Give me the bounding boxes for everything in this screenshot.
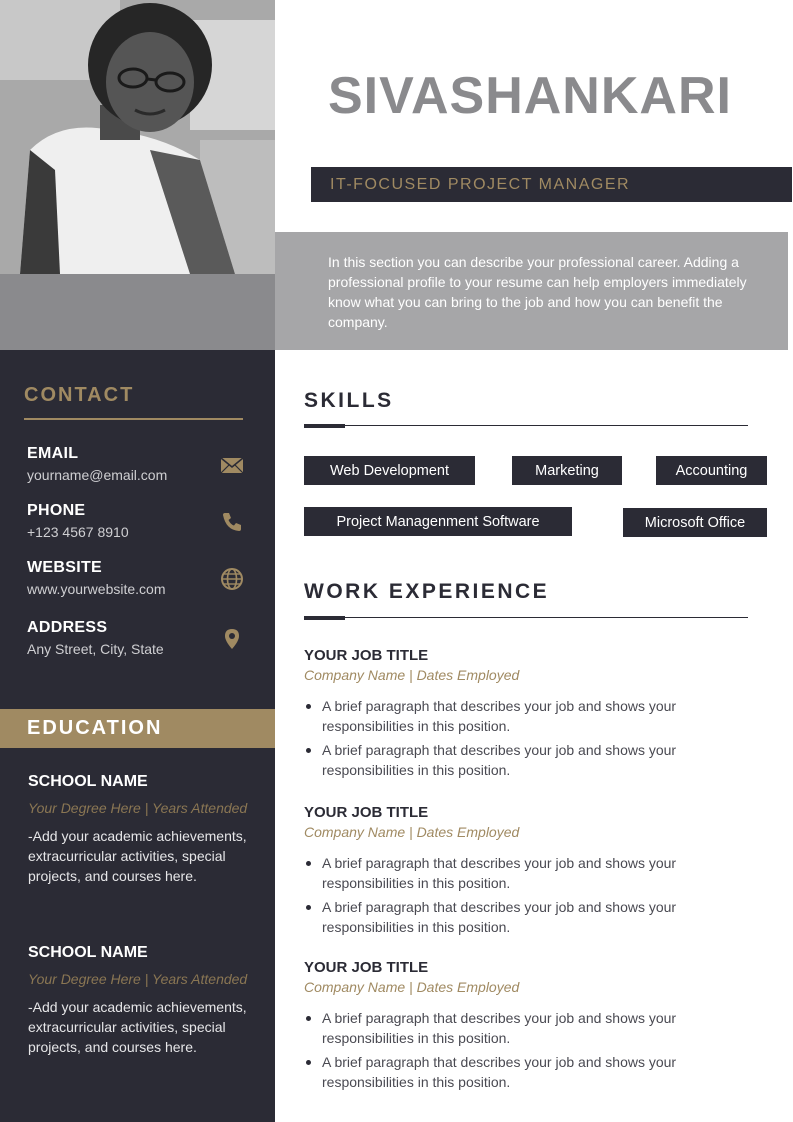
- job-bullet: A brief paragraph that describes your jo…: [304, 1008, 754, 1048]
- job-bullet: A brief paragraph that describes your jo…: [304, 897, 754, 937]
- skill-tag: Marketing: [512, 456, 622, 485]
- job-entry: YOUR JOB TITLE Company Name | Dates Empl…: [304, 959, 754, 1096]
- phone-icon: [223, 513, 241, 531]
- skill-tag: Project Managenment Software: [304, 507, 572, 536]
- location-pin-icon: [225, 629, 239, 649]
- job-bullet: A brief paragraph that describes your jo…: [304, 740, 754, 780]
- job-bullet: A brief paragraph that describes your jo…: [304, 1052, 754, 1092]
- work-experience-divider-accent: [304, 616, 345, 620]
- contact-phone: PHONE +123 4567 8910: [27, 502, 267, 540]
- job-company-dates: Company Name | Dates Employed: [304, 667, 520, 683]
- skills-divider: [304, 425, 748, 426]
- job-company-dates: Company Name | Dates Employed: [304, 824, 520, 840]
- work-experience-divider: [304, 617, 748, 618]
- school-degree: Your Degree Here | Years Attended: [28, 971, 248, 987]
- skill-tag: Web Development: [304, 456, 475, 485]
- skills-heading: SKILLS: [304, 389, 394, 412]
- school-name: SCHOOL NAME: [28, 773, 148, 790]
- job-title: YOUR JOB TITLE: [304, 804, 429, 821]
- contact-heading: CONTACT: [24, 384, 135, 406]
- job-title: YOUR JOB TITLE: [304, 959, 429, 976]
- job-title-bar: IT-FOCUSED PROJECT MANAGER: [311, 167, 792, 202]
- contact-divider: [24, 418, 243, 420]
- skill-tag: Accounting: [656, 456, 767, 485]
- job-entry: YOUR JOB TITLE Company Name | Dates Empl…: [304, 647, 754, 784]
- school-name: SCHOOL NAME: [28, 944, 148, 961]
- contact-website: WEBSITE www.yourwebsite.com: [27, 559, 267, 597]
- job-bullets: A brief paragraph that describes your jo…: [304, 1008, 754, 1092]
- school-entry: SCHOOL NAME Your Degree Here | Years Att…: [28, 773, 253, 886]
- job-entry: YOUR JOB TITLE Company Name | Dates Empl…: [304, 804, 754, 941]
- globe-icon: [221, 568, 243, 590]
- job-company-dates: Company Name | Dates Employed: [304, 979, 520, 995]
- school-description: -Add your academic achievements, extracu…: [28, 999, 247, 1055]
- profile-summary-box: In this section you can describe your pr…: [275, 232, 788, 350]
- school-degree: Your Degree Here | Years Attended: [28, 800, 248, 816]
- school-entry: SCHOOL NAME Your Degree Here | Years Att…: [28, 944, 253, 1057]
- job-bullets: A brief paragraph that describes your jo…: [304, 853, 754, 937]
- school-description: -Add your academic achievements, extracu…: [28, 828, 247, 884]
- job-title: YOUR JOB TITLE: [304, 647, 429, 664]
- skills-divider-accent: [304, 424, 345, 428]
- professional-title: IT-FOCUSED PROJECT MANAGER: [330, 176, 631, 193]
- envelope-icon: [220, 457, 244, 474]
- candidate-name: SIVASHANKARI: [328, 67, 732, 125]
- profile-photo-image: [0, 0, 275, 274]
- work-experience-heading: WORK EXPERIENCE: [304, 580, 550, 603]
- profile-photo: [0, 0, 275, 274]
- education-heading: EDUCATION: [27, 717, 163, 739]
- profile-summary: In this section you can describe your pr…: [328, 254, 747, 330]
- job-bullet: A brief paragraph that describes your jo…: [304, 696, 754, 736]
- job-bullets: A brief paragraph that describes your jo…: [304, 696, 754, 780]
- job-bullet: A brief paragraph that describes your jo…: [304, 853, 754, 893]
- contact-email: EMAIL yourname@email.com: [27, 445, 267, 483]
- contact-address: ADDRESS Any Street, City, State: [27, 619, 267, 657]
- photo-shade-band: [0, 274, 275, 350]
- skill-tag: Microsoft Office: [623, 508, 767, 537]
